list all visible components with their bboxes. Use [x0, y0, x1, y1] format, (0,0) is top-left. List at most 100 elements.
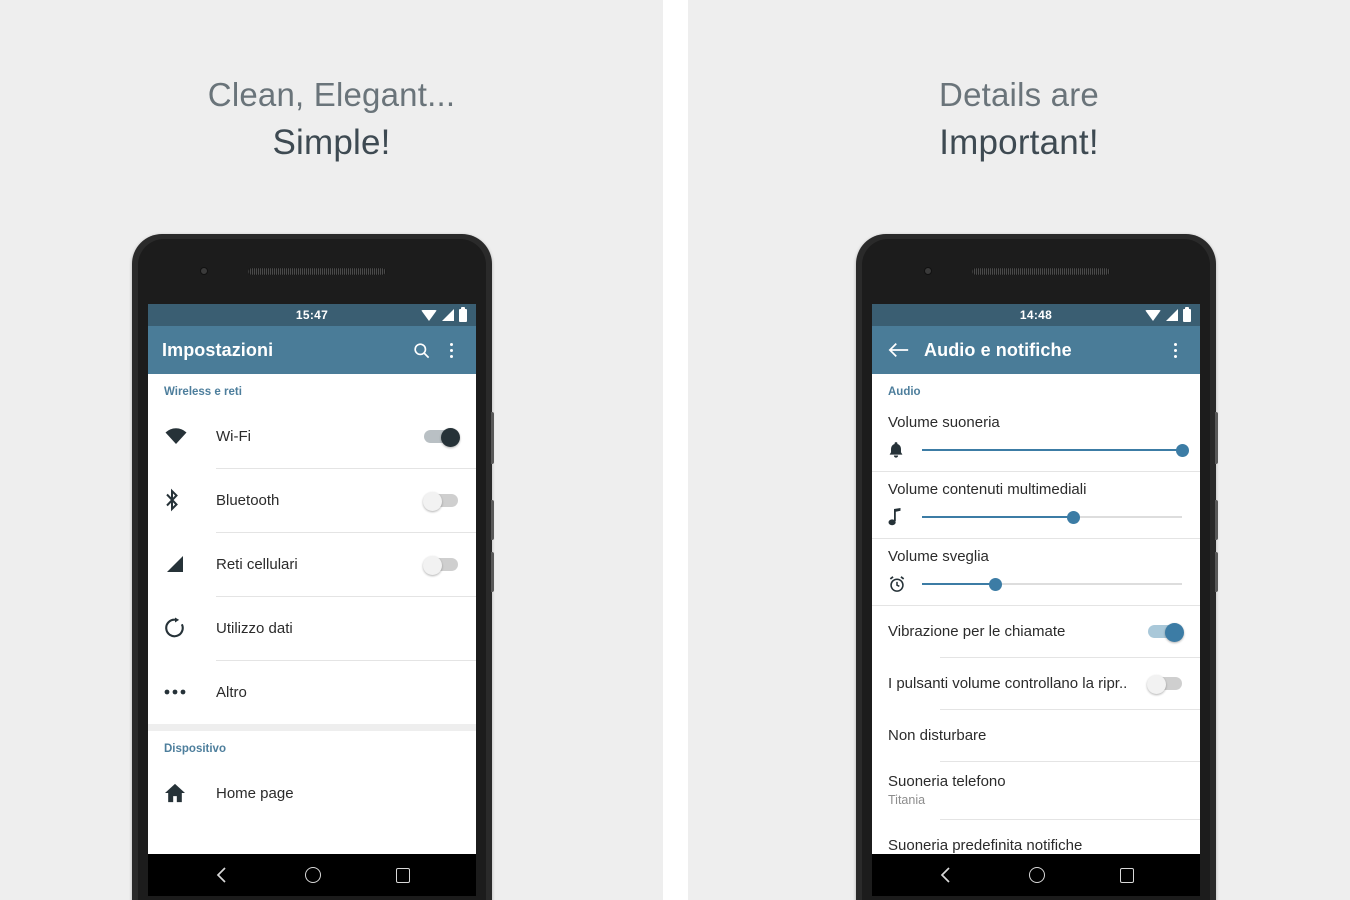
volume-up-button-left[interactable]: [491, 500, 494, 540]
navigation-bar-right: [872, 854, 1200, 896]
list-item-mobile-networks[interactable]: Reti cellulari: [148, 532, 476, 596]
panel-divider: [663, 0, 688, 900]
list-item-label: Bluetooth: [216, 491, 280, 509]
back-icon[interactable]: [214, 866, 230, 884]
battery-icon: [1183, 306, 1191, 322]
slider-label: Volume contenuti multimediali: [888, 481, 1087, 498]
wifi-icon: [164, 427, 216, 445]
status-clock: 14:48: [1019, 308, 1053, 322]
list-item-label: Reti cellulari: [216, 555, 298, 573]
data-usage-icon: [164, 617, 216, 639]
wifi-toggle[interactable]: [424, 428, 460, 447]
status-icon-group: [1145, 304, 1191, 326]
home-icon: [164, 783, 216, 803]
home-icon[interactable]: [1028, 867, 1045, 883]
wifi-icon: [421, 309, 437, 321]
battery-icon: [459, 306, 467, 322]
phone-mockup-right: 14:48 Audio e notifiche Audio Volume suo…: [856, 234, 1218, 900]
status-bar-right: 14:48: [872, 304, 1200, 326]
alarm-icon: [888, 575, 918, 593]
section-header-audio: Audio: [888, 386, 921, 398]
slider-row-media-volume[interactable]: Volume contenuti multimediali: [872, 471, 1200, 538]
list-item-label: Altro: [216, 683, 247, 701]
overflow-menu-icon[interactable]: [1160, 335, 1190, 365]
page-title: Audio e notifiche: [924, 339, 1072, 360]
settings-list-right[interactable]: Audio Volume suoneria Volume contenuti m…: [872, 374, 1200, 869]
list-item-label: Suoneria telefono: [888, 773, 1006, 790]
front-camera-icon: [200, 267, 208, 275]
list-item-sublabel: Titania: [888, 793, 926, 807]
phone-mockup-left: 15:47 Impostazioni Wireless e reti Wi-Fi…: [132, 234, 494, 900]
slider-row-alarm-volume[interactable]: Volume sveglia: [872, 538, 1200, 605]
headline-right: Details are Important!: [688, 78, 1350, 160]
promo-panel-left: Clean, Elegant... Simple! 15:47 Impostaz…: [0, 0, 663, 900]
promo-stage: Clean, Elegant... Simple! 15:47 Impostaz…: [0, 0, 1350, 900]
status-clock: 15:47: [295, 308, 329, 322]
bluetooth-toggle[interactable]: [423, 492, 460, 511]
headline-right-line2: Important!: [939, 123, 1099, 162]
wifi-icon: [1145, 309, 1161, 321]
section-header-device: Dispositivo: [164, 743, 226, 755]
slider-row-ringtone-volume[interactable]: Volume suoneria: [872, 404, 1200, 471]
app-bar-left: Impostazioni: [148, 326, 476, 374]
list-item-bluetooth[interactable]: Bluetooth: [148, 468, 476, 532]
headline-right-line1: Details are: [939, 76, 1099, 113]
list-item-label: I pulsanti volume controllano la ripr..: [888, 674, 1128, 692]
more-icon: [164, 689, 216, 695]
status-bar-left: 15:47: [148, 304, 476, 326]
signal-icon: [442, 309, 454, 321]
power-button-left[interactable]: [491, 412, 494, 464]
back-arrow-icon[interactable]: [886, 337, 912, 363]
ringtone-volume-slider[interactable]: [922, 442, 1189, 458]
list-item-data-usage[interactable]: Utilizzo dati: [148, 596, 476, 660]
list-item-phone-ringtone[interactable]: Suoneria telefono Titania: [872, 761, 1200, 819]
list-item-more[interactable]: Altro: [148, 660, 476, 724]
navigation-bar-left: [148, 854, 476, 896]
list-item-vibrate-on-call[interactable]: Vibrazione per le chiamate: [872, 605, 1200, 657]
front-camera-icon: [924, 267, 932, 275]
list-item-label: Home page: [216, 784, 294, 802]
signal-icon: [1166, 309, 1178, 321]
alarm-volume-slider[interactable]: [922, 576, 1182, 592]
vibrate-on-call-toggle[interactable]: [1148, 623, 1184, 642]
signal-icon: [164, 554, 216, 574]
volume-up-button-right[interactable]: [1215, 500, 1218, 540]
settings-list-left[interactable]: Wireless e reti Wi-Fi Bluetooth Reti cel…: [148, 374, 476, 869]
recents-icon[interactable]: [1120, 867, 1135, 883]
search-icon[interactable]: [406, 335, 436, 365]
list-item-label: Vibrazione per le chiamate: [888, 622, 1066, 640]
list-item-volume-buttons-control[interactable]: I pulsanti volume controllano la ripr..: [872, 657, 1200, 709]
mobile-networks-toggle[interactable]: [423, 556, 460, 575]
media-volume-slider[interactable]: [922, 509, 1182, 525]
page-title: Impostazioni: [162, 339, 274, 360]
volume-down-button-left[interactable]: [491, 552, 494, 592]
volume-buttons-control-toggle[interactable]: [1147, 675, 1184, 694]
list-item-wifi[interactable]: Wi-Fi: [148, 404, 476, 468]
list-item-text-stack: Suoneria telefono Titania: [888, 773, 1184, 807]
back-icon[interactable]: [938, 866, 954, 884]
home-icon[interactable]: [304, 867, 321, 883]
overflow-menu-icon[interactable]: [436, 335, 466, 365]
earpiece-speaker-icon: [248, 268, 386, 275]
list-item-label: Non disturbare: [888, 726, 987, 744]
promo-panel-right: Details are Important! 14:48 Audio e not…: [688, 0, 1350, 900]
bell-icon: [888, 441, 918, 459]
note-icon: [888, 508, 918, 526]
list-item-home-page[interactable]: Home page: [148, 761, 476, 825]
headline-left-line2: Simple!: [272, 123, 391, 162]
headline-left-line1: Clean, Elegant...: [207, 76, 456, 113]
phone-screen-right: 14:48 Audio e notifiche Audio Volume suo…: [872, 304, 1200, 869]
list-item-label: Wi-Fi: [216, 427, 251, 445]
volume-down-button-right[interactable]: [1215, 552, 1218, 592]
slider-label: Volume suoneria: [888, 414, 1000, 431]
power-button-right[interactable]: [1215, 412, 1218, 464]
bluetooth-icon: [164, 488, 216, 512]
earpiece-speaker-icon: [972, 268, 1110, 275]
phone-screen-left: 15:47 Impostazioni Wireless e reti Wi-Fi…: [148, 304, 476, 869]
section-divider: [148, 724, 476, 731]
headline-left: Clean, Elegant... Simple!: [0, 78, 663, 160]
list-item-label: Utilizzo dati: [216, 619, 293, 637]
status-icon-group: [421, 304, 467, 326]
recents-icon[interactable]: [396, 867, 411, 883]
list-item-do-not-disturb[interactable]: Non disturbare: [872, 709, 1200, 761]
